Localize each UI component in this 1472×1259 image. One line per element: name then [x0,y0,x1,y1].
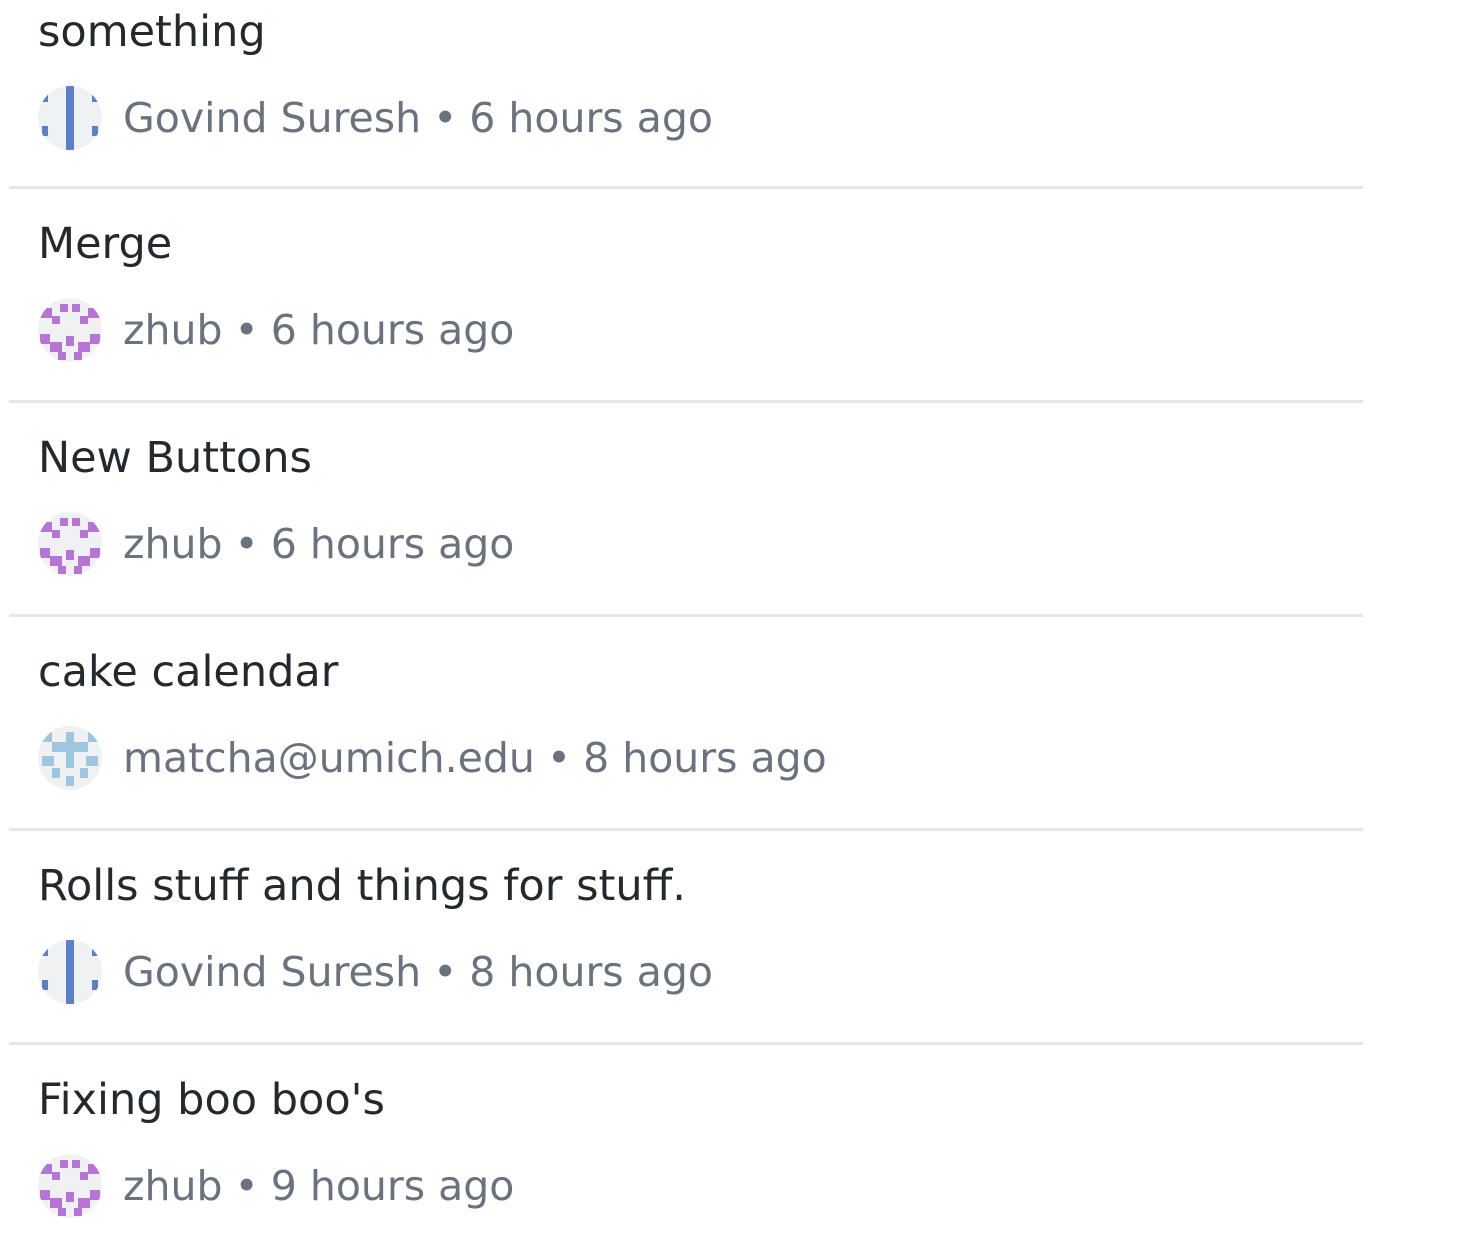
avatar[interactable] [38,86,102,150]
commit-item[interactable]: Fixing boo boo's zhub • 9 hours ago [9,1045,1363,1259]
commit-time: 8 hours ago [469,948,713,996]
commit-time: 6 hours ago [270,520,515,568]
avatar[interactable] [38,940,102,1004]
commit-meta: Govind Suresh • 8 hours ago [38,940,713,1004]
commit-title[interactable]: cake calendar [38,647,338,697]
separator-dot: • [234,520,259,568]
commit-time: 8 hours ago [583,734,827,782]
commit-meta: zhub • 6 hours ago [38,512,514,576]
separator-dot: • [234,306,259,354]
commit-title[interactable]: Rolls stuff and things for stuff. [38,861,686,911]
commit-author[interactable]: zhub [123,1162,223,1210]
commit-item[interactable]: Rolls stuff and things for stuff. Govind… [9,831,1363,1045]
commit-author[interactable]: Govind Suresh [123,94,421,142]
commit-meta: matcha@umich.edu • 8 hours ago [38,726,827,790]
commit-title[interactable]: something [38,7,266,57]
commit-list: something Govind Suresh • 6 hours ago Merg… [9,0,1363,1259]
commit-time: 9 hours ago [270,1162,515,1210]
separator-dot: • [546,734,572,782]
commit-meta: zhub • 9 hours ago [38,1154,514,1218]
commit-item[interactable]: Merge zhub • 6 hours ago [9,189,1363,403]
commit-author[interactable]: Govind Suresh [123,948,421,996]
commit-meta: Govind Suresh • 6 hours ago [38,86,713,150]
commit-time: 6 hours ago [270,306,515,354]
commit-title[interactable]: Merge [38,219,172,269]
commit-title[interactable]: Fixing boo boo's [38,1075,385,1125]
separator-dot: • [234,1162,259,1210]
avatar[interactable] [38,512,102,576]
commit-item[interactable]: something Govind Suresh • 6 hours ago [9,0,1363,189]
separator-dot: • [433,94,458,142]
commit-author[interactable]: matcha@umich.edu [123,734,535,782]
commit-author[interactable]: zhub [123,520,223,568]
commit-title[interactable]: New Buttons [38,433,312,483]
commit-item[interactable]: cake calendar matcha@umich.edu • 8 hours a… [9,617,1363,831]
commit-author[interactable]: zhub [123,306,223,354]
avatar[interactable] [38,298,102,362]
separator-dot: • [433,948,458,996]
avatar[interactable] [38,726,102,790]
commit-item[interactable]: New Buttons zhub • 6 hours ago [9,403,1363,617]
commit-meta: zhub • 6 hours ago [38,298,514,362]
commit-time: 6 hours ago [469,94,713,142]
avatar[interactable] [38,1154,102,1218]
